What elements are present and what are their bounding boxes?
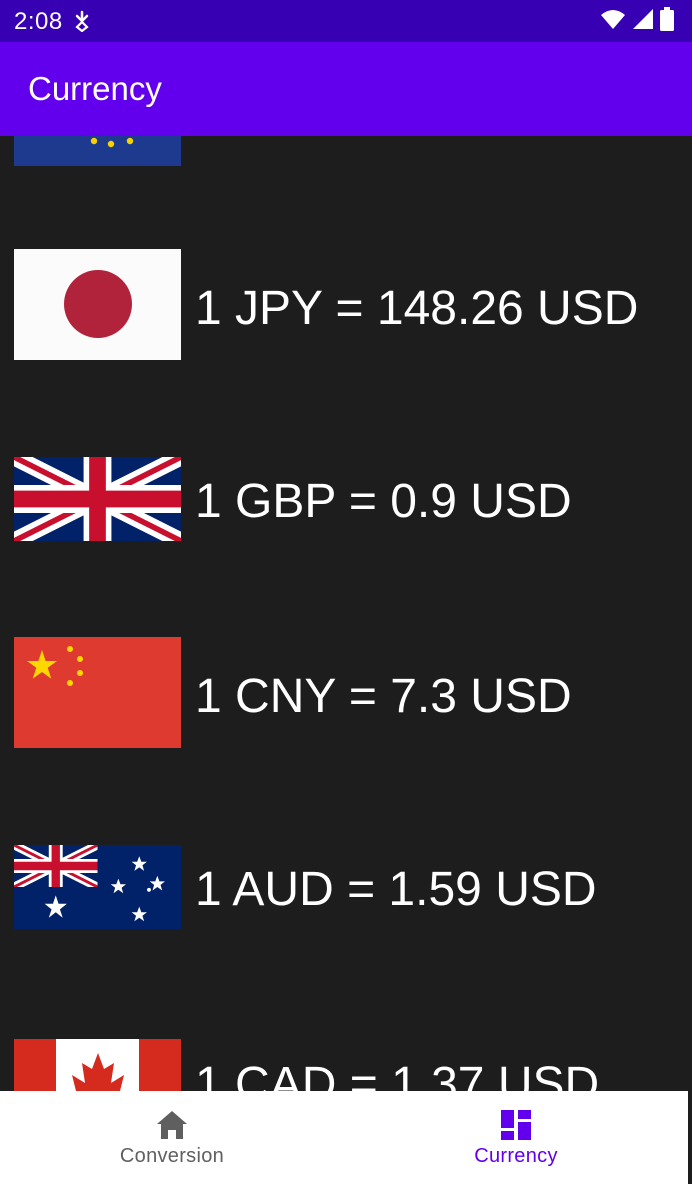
nav-label-conversion: Conversion (119, 1145, 225, 1167)
rate-text: 1 JPY = 148.26 USD (195, 282, 639, 335)
app-bar: Currency (0, 42, 692, 136)
list-item-gbp[interactable]: 1 GBP = 0.9 USD (0, 457, 692, 541)
list-item-jpy[interactable]: 1 JPY = 148.26 USD (0, 249, 692, 360)
list-item-eur[interactable] (0, 136, 692, 166)
canada-flag-icon (14, 1039, 181, 1091)
nav-label-currency: Currency (474, 1145, 558, 1167)
status-icons (600, 6, 674, 35)
china-flag-icon (14, 637, 181, 748)
page-title: Currency (28, 70, 162, 107)
cell-signal-icon (632, 8, 654, 35)
dashboard-icon (499, 1109, 533, 1141)
list-item-cad[interactable]: 1 CAD = 1.37 USD (0, 1039, 692, 1091)
currency-list[interactable]: 1 JPY = 148.26 USD 1 GBP = 0.9 USD 1 CNY… (0, 136, 692, 1091)
status-bar: 2:08 (0, 0, 692, 42)
rate-text: 1 GBP = 0.9 USD (195, 475, 572, 528)
uk-flag-icon (14, 457, 181, 541)
rate-text: 1 CAD = 1.37 USD (195, 1058, 600, 1092)
japan-flag-icon (14, 249, 181, 360)
nav-item-conversion[interactable]: Conversion (0, 1091, 344, 1184)
rate-text: 1 AUD = 1.59 USD (195, 863, 597, 916)
list-item-cny[interactable]: 1 CNY = 7.3 USD (0, 637, 692, 748)
notification-icon (72, 10, 92, 33)
battery-icon (660, 6, 674, 36)
status-time: 2:08 (14, 8, 63, 35)
nav-item-currency[interactable]: Currency (344, 1091, 688, 1184)
australia-flag-icon (14, 845, 181, 929)
home-icon (155, 1109, 189, 1141)
rate-text: 1 CNY = 7.3 USD (195, 670, 572, 723)
eu-flag-icon (14, 136, 181, 166)
wifi-icon (600, 8, 626, 35)
bottom-navigation: Conversion Currency (0, 1091, 692, 1184)
list-item-aud[interactable]: 1 AUD = 1.59 USD (0, 845, 692, 929)
